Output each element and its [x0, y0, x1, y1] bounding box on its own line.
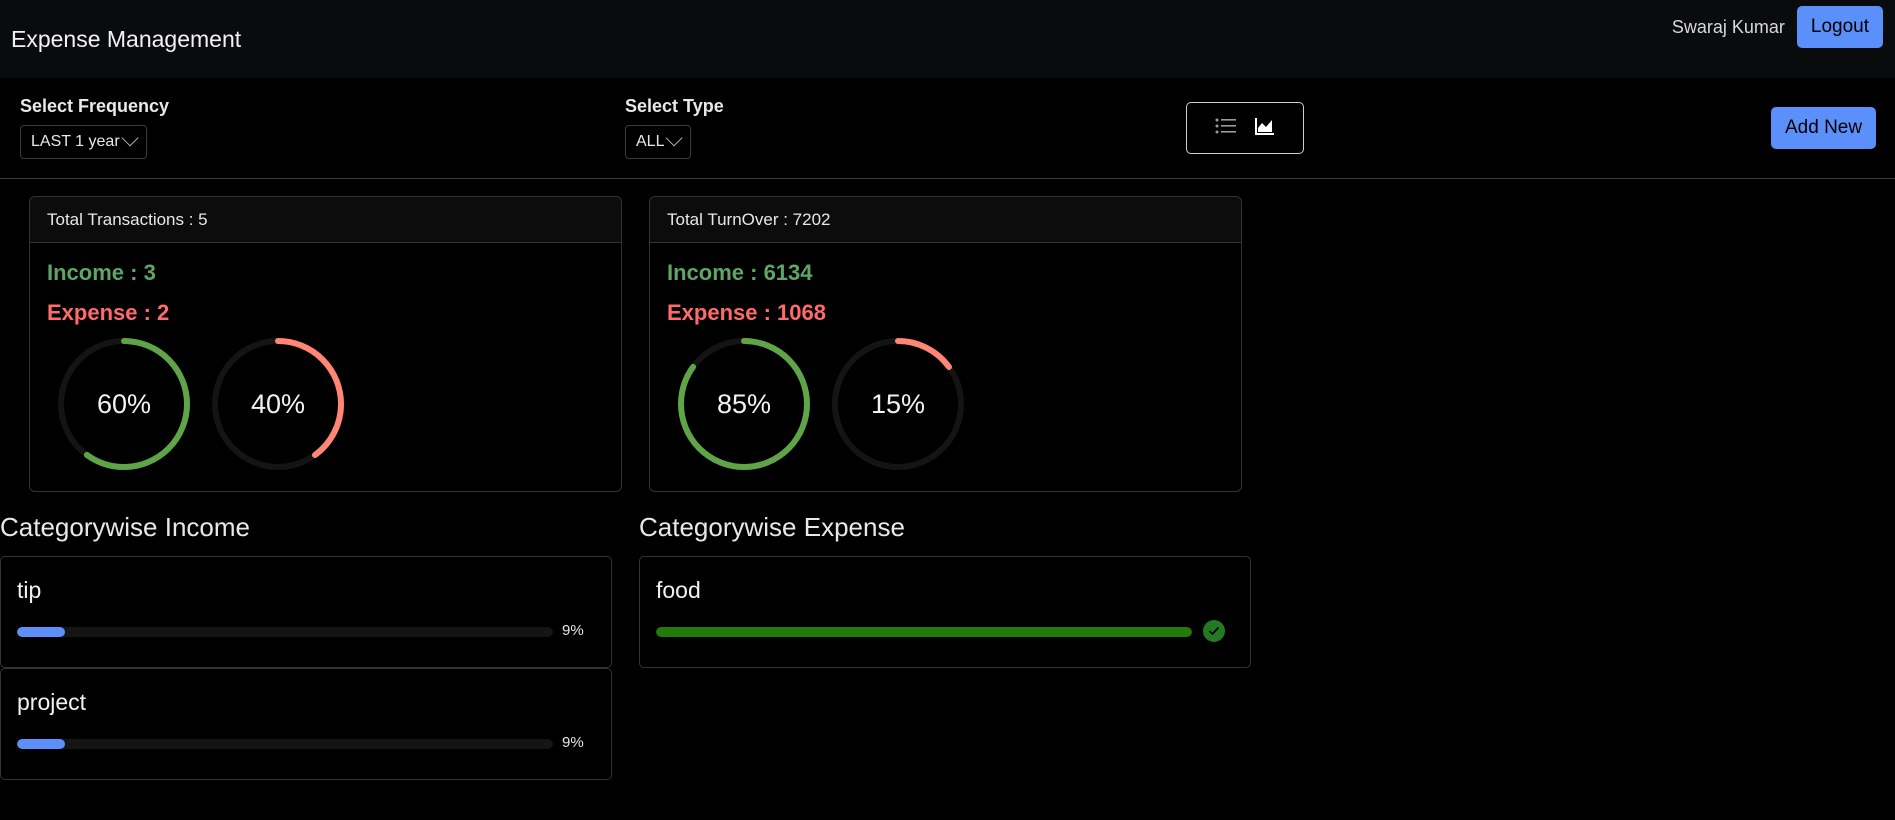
expense-progress-ring: 40% — [210, 336, 346, 472]
transactions-expense: Expense : 2 — [47, 300, 170, 325]
area-chart-icon[interactable] — [1255, 117, 1275, 140]
transactions-card: Total Transactions : 5 Income : 3 Expens… — [29, 196, 622, 492]
category-progress-fill — [656, 627, 1192, 637]
income-category-card: tip 9% — [0, 556, 612, 668]
income-progress-ring: 85% — [676, 336, 812, 472]
income-category-card: project 9% — [0, 668, 612, 780]
categorywise-income-title: Categorywise Income — [0, 512, 250, 542]
income-percent: 60% — [96, 388, 152, 419]
chevron-down-icon — [121, 129, 139, 147]
turnover-total: Total TurnOver : 7202 — [650, 197, 1241, 243]
frequency-value: LAST 1 year — [31, 133, 120, 150]
frequency-label: Select Frequency — [20, 96, 170, 116]
income-percent: 85% — [716, 388, 772, 419]
view-toggle — [1186, 102, 1304, 154]
transactions-total: Total Transactions : 5 — [30, 197, 621, 243]
type-value: ALL — [636, 133, 665, 150]
category-progress-fill — [17, 739, 66, 749]
expense-category-card: food — [639, 556, 1251, 668]
frequency-filter: Select Frequency LAST 1 year — [20, 96, 169, 159]
filter-bar: Select Frequency LAST 1 year Select Type… — [0, 78, 1895, 179]
category-progress-track — [17, 627, 553, 637]
category-progress-track — [656, 627, 1192, 637]
logout-button[interactable]: Logout — [1796, 6, 1883, 48]
category-name: tip — [17, 577, 42, 603]
user-name: Swaraj Kumar — [1671, 16, 1785, 37]
income-progress-ring: 60% — [56, 336, 192, 472]
expense-percent: 40% — [250, 388, 306, 419]
category-percent: 9% — [562, 734, 584, 751]
expense-percent: 15% — [870, 388, 926, 419]
type-label: Select Type — [625, 96, 724, 116]
category-name: project — [17, 689, 87, 715]
chevron-down-icon — [665, 129, 683, 147]
categorywise-expense-title: Categorywise Expense — [639, 512, 905, 542]
frequency-select[interactable]: LAST 1 year — [20, 125, 147, 159]
type-select[interactable]: ALL — [625, 125, 692, 159]
list-icon[interactable] — [1215, 117, 1237, 140]
type-filter: Select Type ALL — [625, 96, 724, 159]
add-new-button[interactable]: Add New — [1771, 107, 1877, 149]
expense-progress-ring: 15% — [830, 336, 966, 472]
transactions-income: Income : 3 — [47, 260, 156, 285]
category-percent: 9% — [562, 622, 584, 639]
category-name: food — [656, 577, 701, 603]
turnover-income: Income : 6134 — [667, 260, 813, 285]
category-progress-track — [17, 739, 553, 749]
nav-right: Swaraj Kumar Logout — [1672, 6, 1883, 48]
category-progress-fill — [17, 627, 66, 637]
app-title: Expense Management — [11, 25, 242, 52]
check-icon — [1203, 620, 1225, 642]
navbar: Expense Management Swaraj Kumar Logout — [0, 0, 1895, 78]
turnover-expense: Expense : 1068 — [667, 300, 826, 325]
turnover-card: Total TurnOver : 7202 Income : 6134 Expe… — [649, 196, 1242, 492]
